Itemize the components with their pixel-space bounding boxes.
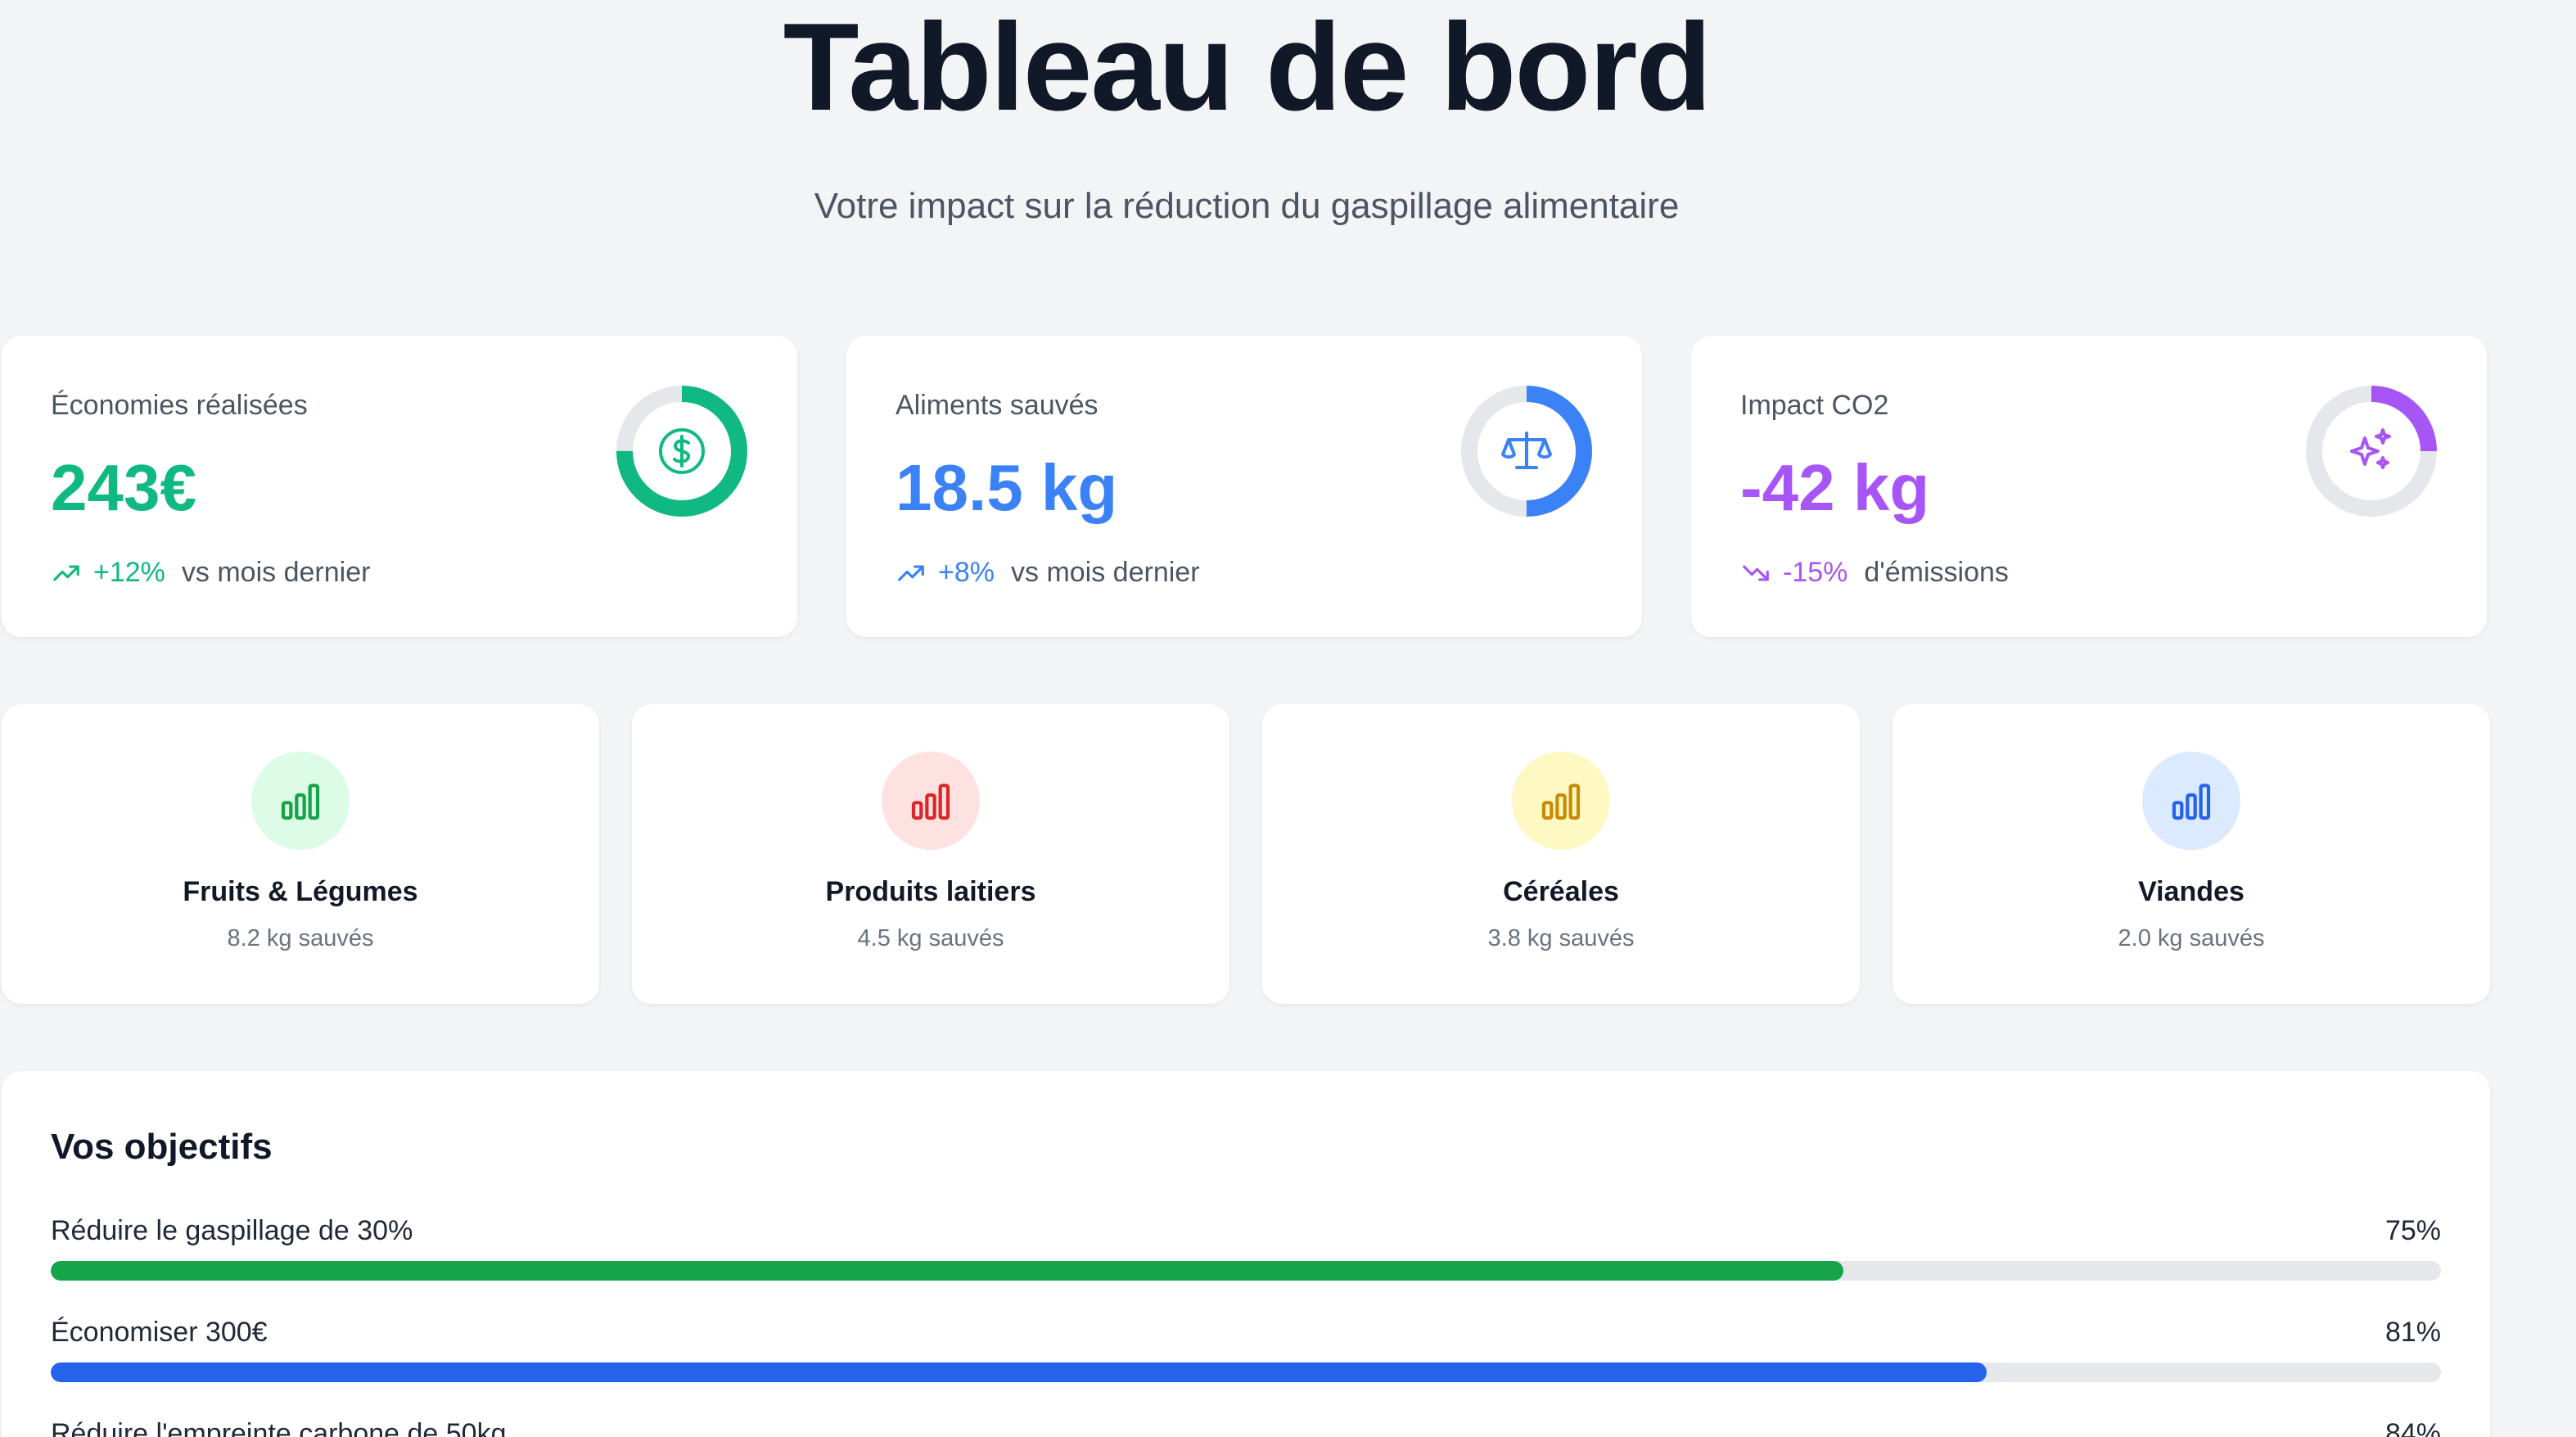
progress-ring [1461,386,1592,517]
goal-percent: 75% [2384,1215,2441,1246]
category-icon-bubble [882,752,980,850]
trending-up-icon [53,565,79,581]
category-saved: 2.0 kg sauvés [2118,925,2265,951]
stat-trend-note: vs mois dernier [181,557,371,588]
stat-card-co2: Impact CO2 -42 kg -15% d'émissions [1691,336,2487,637]
stat-trend: -15% d'émissions [1740,557,2009,589]
category-saved: 4.5 kg sauvés [857,925,1004,951]
bar-chart-icon [281,784,320,820]
stat-trend-pct: +12% [93,557,165,588]
dollar-icon [659,428,705,474]
category-saved: 8.2 kg sauvés [227,925,374,951]
scale-icon [1501,432,1552,469]
category-icon-bubble [2142,752,2240,850]
goal-label: Économiser 300€ [51,1317,268,1348]
page-title: Tableau de bord [783,0,1712,137]
goals-panel: Vos objectifs Réduire le gaspillage de 3… [2,1071,2490,1437]
bar-chart-icon [911,784,950,820]
dashboard-page: Tableau de bord Votre impact sur la rédu… [0,0,2576,1437]
goal-row: Réduire l'empreinte carbone de 50kg 84% [51,1418,2441,1437]
stat-trend-pct: -15% [1783,557,1848,588]
stat-trend-note: d'émissions [1864,557,2009,588]
stat-value: 18.5 kg [896,451,1118,524]
progress-ring [616,386,747,517]
goal-progress-track [51,1261,2441,1281]
stat-trend-note: vs mois dernier [1011,557,1200,588]
category-name: Céréales [1503,876,1619,907]
goal-row: Réduire le gaspillage de 30% 75% [51,1215,2441,1289]
stat-value: 243€ [51,451,196,524]
bar-chart-icon [2172,784,2211,820]
page-subtitle: Votre impact sur la réduction du gaspill… [814,186,1680,226]
category-name: Viandes [2138,876,2244,907]
stat-card-food-saved: Aliments sauvés 18.5 kg +8% vs mois dern… [846,336,1642,637]
stat-card-savings: Économies réalisées 243€ +12% vs mois de… [2,336,797,637]
category-name: Produits laitiers [825,876,1036,907]
category-card-dairy[interactable]: Produits laitiers 4.5 kg sauvés [632,704,1229,1004]
goal-label: Réduire l'empreinte carbone de 50kg [51,1418,507,1437]
stat-value: -42 kg [1740,451,1930,524]
goal-percent: 81% [2384,1317,2441,1348]
stat-trend-pct: +8% [938,557,995,588]
goal-label: Réduire le gaspillage de 30% [51,1215,413,1246]
stat-label: Impact CO2 [1740,390,1889,421]
goal-progress-track [51,1362,2441,1382]
trending-down-icon [1743,565,1769,581]
category-icon-bubble [1512,752,1610,850]
sparkles-icon [2350,428,2391,469]
goal-progress-fill [51,1362,1987,1382]
stat-trend: +12% vs mois dernier [51,557,370,589]
stat-label: Économies réalisées [51,390,308,421]
goals-title: Vos objectifs [51,1127,273,1167]
category-card-meats[interactable]: Viandes 2.0 kg sauvés [1893,704,2490,1004]
category-card-cereals[interactable]: Céréales 3.8 kg sauvés [1262,704,1860,1004]
stat-label: Aliments sauvés [896,390,1099,421]
category-name: Fruits & Légumes [183,876,418,907]
stat-trend: +8% vs mois dernier [896,557,1200,589]
goal-percent: 84% [2384,1418,2441,1437]
goal-row: Économiser 300€ 81% [51,1317,2441,1390]
category-saved: 3.8 kg sauvés [1487,925,1635,951]
trending-up-icon [898,565,924,581]
goal-progress-fill [51,1261,1843,1281]
bar-chart-icon [1541,784,1581,820]
progress-ring [2306,386,2437,517]
category-card-fruits-vegetables[interactable]: Fruits & Légumes 8.2 kg sauvés [2,704,599,1004]
category-icon-bubble [251,752,350,850]
